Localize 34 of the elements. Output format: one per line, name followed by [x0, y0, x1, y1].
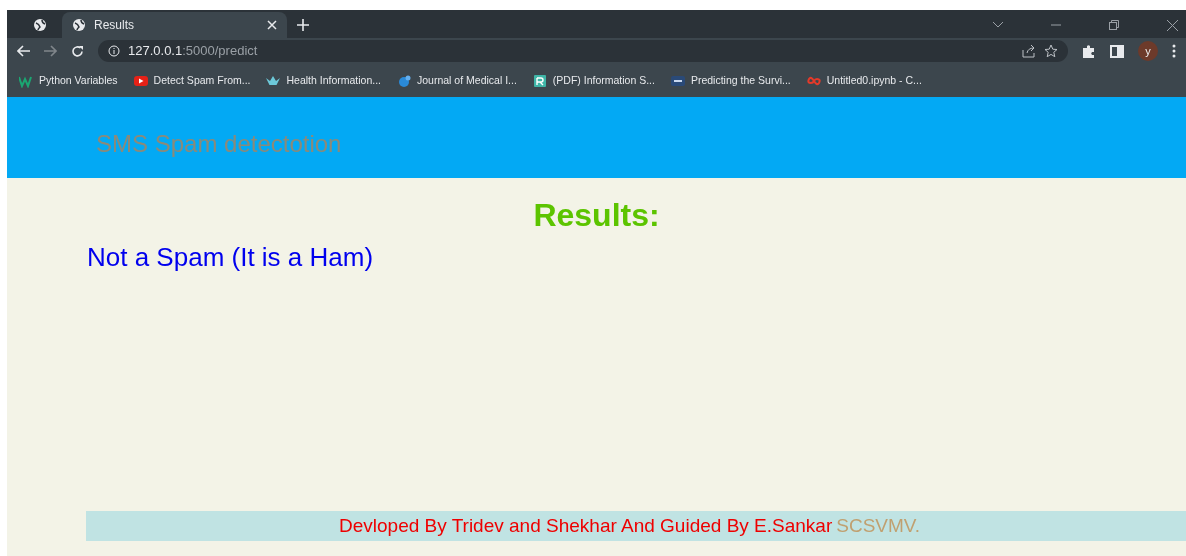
more-icon[interactable] [1172, 44, 1176, 58]
browser-tab[interactable]: Results [62, 12, 287, 38]
bookmark[interactable]: Python Variables [39, 72, 118, 89]
university-text: SCSVMV. [836, 513, 921, 538]
r-logo-icon [532, 73, 547, 88]
restore-icon[interactable] [1109, 20, 1119, 30]
puzzle-icon[interactable] [1082, 44, 1096, 58]
star-icon[interactable] [1044, 44, 1058, 58]
bookmark[interactable]: Predicting the Survi... [690, 72, 791, 89]
play-icon [133, 73, 148, 88]
globe-icon[interactable] [32, 18, 47, 32]
address-bar[interactable]: 127.0.0.1:5000/predict [98, 40, 1068, 62]
chevron-down-icon[interactable] [993, 22, 1003, 28]
plus-icon[interactable] [297, 19, 309, 31]
reload-icon[interactable] [71, 44, 84, 58]
share-icon[interactable] [1022, 44, 1036, 58]
bookmark[interactable]: Untitled0.ipynb - C... [826, 72, 922, 89]
bookmark[interactable]: Health Information... [286, 72, 381, 89]
bird-icon [397, 73, 411, 88]
site-logo-icon [670, 73, 685, 88]
result-text: Not a Spam (It is a Ham) [86, 241, 375, 275]
profile-avatar[interactable]: y [1138, 41, 1158, 61]
results-heading: Results: [532, 198, 661, 234]
globe-icon[interactable] [72, 18, 86, 32]
site-title: SMS Spam detectotion [96, 128, 342, 159]
forward-icon[interactable] [44, 45, 57, 57]
info-icon[interactable] [108, 45, 120, 57]
credits-text: Devloped By Tridev and Shekhar And Guided By E.Sankar [339, 513, 833, 538]
bookmark[interactable]: (PDF) Information S... [552, 72, 655, 89]
bookmark[interactable]: Detect Spam From... [153, 72, 251, 89]
bookmark[interactable]: Journal of Medical I... [417, 72, 517, 89]
close-icon[interactable] [1167, 19, 1178, 31]
side-panel-icon[interactable] [1110, 44, 1124, 58]
back-icon[interactable] [17, 45, 30, 57]
